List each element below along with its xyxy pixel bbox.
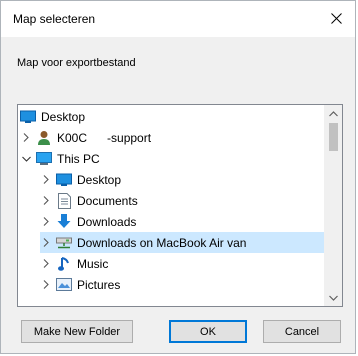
chevron-right-icon[interactable] [40, 237, 52, 249]
folder-tree[interactable]: Desktop K00C -support This PC Desktop Docume… [17, 104, 343, 307]
pictures-icon [56, 277, 72, 293]
tree-item-label: Documents [77, 193, 138, 208]
scroll-thumb[interactable] [329, 123, 338, 151]
tree-item-label: Desktop [77, 172, 122, 187]
tree-item[interactable]: Documents [40, 190, 138, 211]
tree-item[interactable]: Pictures [40, 274, 120, 295]
prompt-text: Map voor exportbestand [17, 57, 136, 69]
close-icon [330, 12, 342, 24]
downloads-icon [56, 213, 72, 230]
tree-item[interactable]: Music [40, 253, 108, 274]
chevron-right-icon[interactable] [40, 195, 52, 207]
tree-item[interactable]: Desktop [20, 106, 85, 127]
computer-icon [36, 151, 52, 167]
chevron-right-icon[interactable] [40, 258, 52, 270]
title-bar: Map selecteren [1, 1, 355, 37]
cancel-button[interactable]: Cancel [263, 320, 341, 343]
network-drive-icon [56, 235, 72, 251]
tree-item-label: K00C -support [57, 130, 152, 145]
user-icon [36, 130, 52, 146]
tree-item[interactable]: K00C -support [20, 127, 151, 148]
tree-item-label: This PC [57, 151, 100, 166]
make-new-folder-button[interactable]: Make New Folder [21, 320, 133, 343]
window-title: Map selecteren [13, 12, 96, 26]
tree-item-label: Downloads [77, 214, 137, 229]
tree-item-label: Downloads on MacBook Air van [77, 235, 247, 250]
desktop-icon [20, 109, 36, 125]
tree-item[interactable]: Desktop [40, 169, 121, 190]
documents-icon [56, 192, 72, 209]
chevron-right-icon[interactable] [40, 216, 52, 228]
chevron-right-icon[interactable] [40, 279, 52, 291]
tree-item[interactable]: Downloads [40, 211, 136, 232]
music-icon [56, 256, 72, 272]
tree-item[interactable]: This PC [20, 148, 100, 169]
select-folder-dialog: Map selecteren Map voor exportbestand De… [0, 0, 356, 354]
chevron-right-icon[interactable] [40, 174, 52, 186]
tree-item-label: Pictures [77, 277, 121, 292]
chevron-right-icon[interactable] [20, 132, 32, 144]
tree-item[interactable]: Downloads on MacBook Air van [40, 232, 324, 253]
tree-item-label: Music [77, 256, 109, 271]
ok-button[interactable]: OK [169, 320, 247, 343]
scroll-up-button[interactable] [325, 105, 342, 122]
chevron-down-icon [329, 295, 338, 301]
scroll-down-button[interactable] [325, 289, 342, 306]
close-button[interactable] [325, 7, 347, 29]
vertical-scrollbar[interactable] [324, 105, 342, 306]
desktop-icon [56, 172, 72, 188]
chevron-down-icon[interactable] [20, 153, 32, 165]
tree-item-label: Desktop [41, 109, 86, 124]
chevron-up-icon [329, 110, 338, 116]
